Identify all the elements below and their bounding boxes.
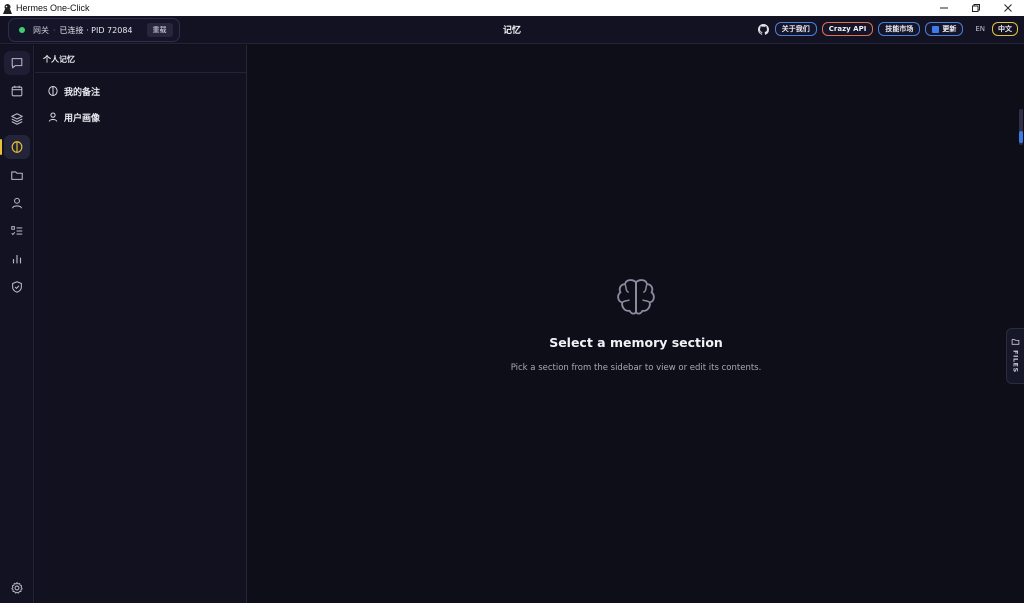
window-titlebar: Hermes One-Click (0, 0, 1024, 16)
rail-user[interactable] (4, 191, 30, 215)
sidebar-heading: 个人记忆 (35, 45, 246, 73)
files-panel-tab[interactable]: FILES (1006, 328, 1024, 384)
update-label: 更新 (942, 25, 957, 33)
update-button[interactable]: 更新 (925, 22, 964, 36)
github-icon[interactable] (758, 23, 770, 35)
window-title: Hermes One-Click (16, 3, 90, 13)
about-button[interactable]: 关于我们 (774, 22, 817, 36)
chat-icon (11, 58, 23, 69)
memory-item-notes[interactable]: 我的备注 (47, 84, 100, 98)
gateway-label: 网关 (33, 25, 49, 35)
skills-market-button[interactable]: 技能市场 (878, 22, 921, 36)
memory-sidebar: 个人记忆 我的备注 用户画像 (35, 45, 247, 603)
main-content: Select a memory section Pick a section f… (248, 45, 1024, 603)
folder-icon (11, 171, 23, 180)
active-marker (0, 139, 2, 155)
minimize-button[interactable] (928, 0, 960, 16)
folder-icon (1011, 339, 1020, 345)
brain-icon (617, 279, 655, 315)
rail-layers[interactable] (4, 107, 30, 131)
files-tab-label: FILES (1011, 350, 1020, 373)
header-links: 关于我们 Crazy API 技能市场 更新 EN 中文 (758, 21, 1018, 37)
layers-icon (11, 113, 23, 125)
checklist-icon (11, 226, 23, 236)
gear-icon (11, 582, 23, 594)
gateway-status-text: 已连接 · PID 72084 (59, 25, 133, 35)
close-button[interactable] (992, 0, 1024, 16)
empty-state-subtitle: Pick a section from the sidebar to view … (510, 363, 762, 373)
rail-settings[interactable] (4, 576, 30, 600)
app-header: 网关 · 已连接 · PID 72084 重载 记忆 关于我们 Crazy AP… (0, 16, 1024, 44)
empty-state-title: Select a memory section (549, 335, 723, 350)
scrollbar[interactable] (1019, 109, 1023, 145)
rail-stats[interactable] (4, 247, 30, 271)
lang-en-button[interactable]: EN (971, 25, 989, 33)
user-icon (12, 197, 22, 209)
rail-memory[interactable] (4, 135, 30, 159)
crazy-api-button[interactable]: Crazy API (821, 22, 874, 36)
bar-chart-icon (12, 255, 22, 264)
rail-checklist[interactable] (4, 219, 30, 243)
rail-folder[interactable] (4, 163, 30, 187)
gateway-status: 网关 · 已连接 · PID 72084 重载 (8, 18, 180, 42)
app-logo-icon (2, 3, 13, 14)
memory-icon (11, 141, 23, 153)
shield-icon (12, 281, 22, 293)
lang-zh-button[interactable]: 中文 (992, 22, 1018, 36)
close-icon (1004, 4, 1012, 12)
restore-icon (972, 4, 980, 12)
memory-item-label: 我的备注 (64, 87, 101, 98)
minimize-icon (940, 7, 948, 9)
rail-calendar[interactable] (4, 79, 30, 103)
memory-item-profile[interactable]: 用户画像 (47, 110, 100, 124)
gateway-separator: · (53, 25, 56, 35)
memory-icon (47, 85, 59, 97)
scrollbar-thumb[interactable] (1019, 131, 1023, 143)
update-icon (932, 25, 940, 33)
nav-rail (0, 45, 34, 603)
rail-chat[interactable] (4, 51, 30, 75)
memory-item-label: 用户画像 (64, 113, 101, 124)
page-title: 记忆 (502, 26, 521, 36)
status-dot-icon (19, 27, 25, 33)
restore-button[interactable] (960, 0, 992, 16)
user-icon (47, 111, 59, 123)
reload-button[interactable]: 重载 (146, 23, 173, 37)
rail-security[interactable] (4, 275, 30, 299)
calendar-icon (11, 85, 23, 97)
